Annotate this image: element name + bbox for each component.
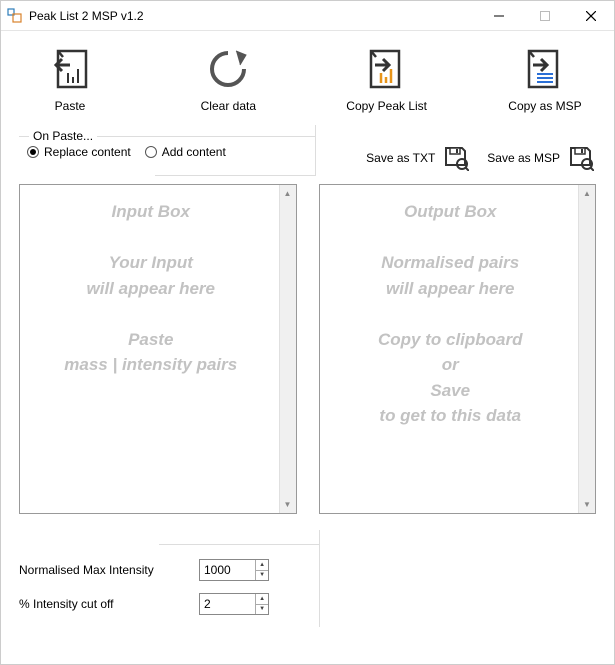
- window-controls: [476, 1, 614, 30]
- max-intensity-input[interactable]: [200, 560, 255, 580]
- clear-button[interactable]: Clear data: [183, 47, 273, 113]
- save-txt-icon: [443, 145, 469, 171]
- add-content-radio[interactable]: Add content: [145, 145, 226, 159]
- copy-msp-label: Copy as MSP: [508, 99, 581, 113]
- copy-peak-label: Copy Peak List: [346, 99, 427, 113]
- copy-msp-button[interactable]: Copy as MSP: [500, 47, 590, 113]
- window-title: Peak List 2 MSP v1.2: [29, 9, 476, 23]
- save-msp-icon: [568, 145, 594, 171]
- divider: [155, 175, 315, 176]
- scroll-down-icon[interactable]: ▼: [280, 496, 296, 513]
- cutoff-spinner[interactable]: ▲ ▼: [199, 593, 269, 615]
- minimize-button[interactable]: [476, 1, 522, 30]
- replace-content-radio[interactable]: Replace content: [27, 145, 131, 159]
- radio-icon: [145, 146, 157, 158]
- input-scrollbar[interactable]: ▲ ▼: [279, 185, 296, 513]
- scroll-up-icon[interactable]: ▲: [280, 185, 296, 202]
- titlebar: Peak List 2 MSP v1.2: [1, 1, 614, 31]
- output-placeholder: Output Box Normalised pairs will appear …: [328, 199, 574, 429]
- input-textbox[interactable]: Input Box Your Input will appear here Pa…: [19, 184, 297, 514]
- max-intensity-label: Normalised Max Intensity: [19, 563, 189, 577]
- save-txt-label: Save as TXT: [366, 151, 435, 165]
- scroll-down-icon[interactable]: ▼: [579, 496, 595, 513]
- copy-msp-icon: [521, 47, 569, 91]
- paste-button[interactable]: Paste: [25, 47, 115, 113]
- output-textbox[interactable]: Output Box Normalised pairs will appear …: [319, 184, 597, 514]
- paste-icon: [46, 47, 94, 91]
- refresh-icon: [204, 47, 252, 91]
- output-scrollbar[interactable]: ▲ ▼: [578, 185, 595, 513]
- clear-label: Clear data: [201, 99, 256, 113]
- copy-peak-icon: [363, 47, 411, 91]
- on-paste-group: On Paste... Replace content Add content: [19, 129, 315, 167]
- cutoff-input[interactable]: [200, 594, 255, 614]
- divider: [159, 544, 319, 545]
- save-txt-button[interactable]: Save as TXT: [366, 139, 469, 176]
- scroll-up-icon[interactable]: ▲: [579, 185, 595, 202]
- paste-label: Paste: [55, 99, 86, 113]
- cutoff-label: % Intensity cut off: [19, 597, 189, 611]
- on-paste-legend: On Paste...: [29, 129, 97, 143]
- radio-selected-icon: [27, 146, 39, 158]
- copy-peak-button[interactable]: Copy Peak List: [342, 47, 432, 113]
- max-intensity-spinner[interactable]: ▲ ▼: [199, 559, 269, 581]
- spin-down-icon[interactable]: ▼: [256, 605, 268, 615]
- save-msp-label: Save as MSP: [487, 151, 560, 165]
- spin-down-icon[interactable]: ▼: [256, 571, 268, 581]
- spin-up-icon[interactable]: ▲: [256, 594, 268, 605]
- replace-label: Replace content: [44, 145, 131, 159]
- add-label: Add content: [162, 145, 226, 159]
- close-button[interactable]: [568, 1, 614, 30]
- maximize-button[interactable]: [522, 1, 568, 30]
- toolbar: Paste Clear data: [15, 41, 600, 123]
- save-msp-button[interactable]: Save as MSP: [487, 139, 594, 176]
- input-placeholder: Input Box Your Input will appear here Pa…: [28, 199, 274, 378]
- app-icon: [7, 8, 23, 24]
- spin-up-icon[interactable]: ▲: [256, 560, 268, 571]
